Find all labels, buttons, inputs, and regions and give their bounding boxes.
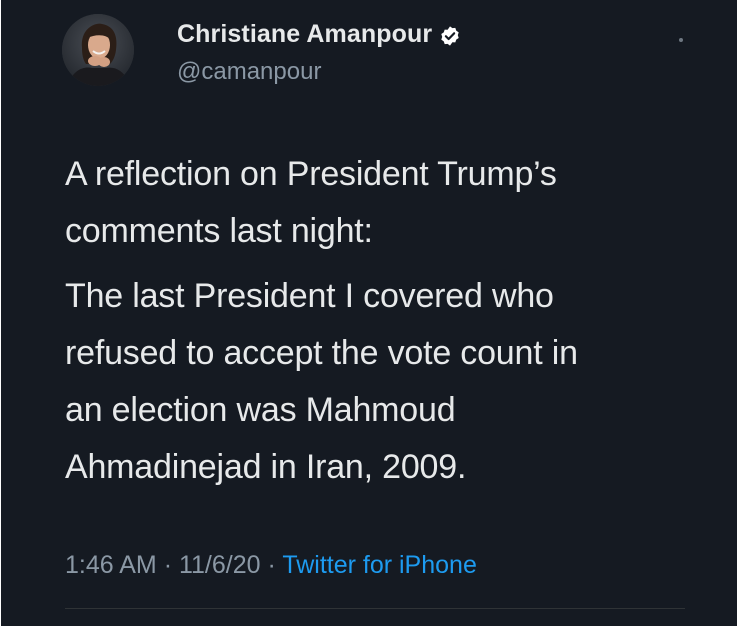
- avatar[interactable]: [62, 14, 134, 86]
- tweet-time[interactable]: 1:46 AM: [65, 551, 157, 579]
- tweet-text-line: A reflection on President Trump’s: [65, 155, 557, 193]
- tweet-source-link[interactable]: Twitter for iPhone: [282, 551, 477, 579]
- tweet-text-line: The last President I covered who: [65, 277, 554, 315]
- author-display-name[interactable]: Christiane Amanpour: [177, 20, 432, 49]
- verified-badge-icon: [439, 25, 461, 47]
- divider: [65, 608, 685, 609]
- author-handle[interactable]: @camanpour: [177, 58, 321, 86]
- meta-separator: ·: [267, 551, 283, 579]
- meta-separator: ·: [163, 551, 179, 579]
- tweet-body: A reflection on President Trump’s commen…: [65, 146, 705, 496]
- tweet-metadata: 1:46 AM · 11/6/20 · Twitter for iPhone: [65, 551, 477, 580]
- author-name-row: Christiane Amanpour: [177, 20, 461, 49]
- tweet-text-line: refused to accept the vote count in: [65, 334, 578, 372]
- tweet-text-line: comments last night:: [65, 212, 373, 250]
- tweet-date[interactable]: 11/6/20: [179, 551, 261, 579]
- tweet-text-line: Ahmadinejad in Iran, 2009.: [65, 448, 467, 486]
- tweet-text-line: an election was Mahmoud: [65, 391, 456, 429]
- tweet-card: Christiane Amanpour @camanpour A reflect…: [1, 0, 737, 626]
- more-options-icon[interactable]: [677, 36, 685, 44]
- profile-photo-icon: [62, 14, 134, 86]
